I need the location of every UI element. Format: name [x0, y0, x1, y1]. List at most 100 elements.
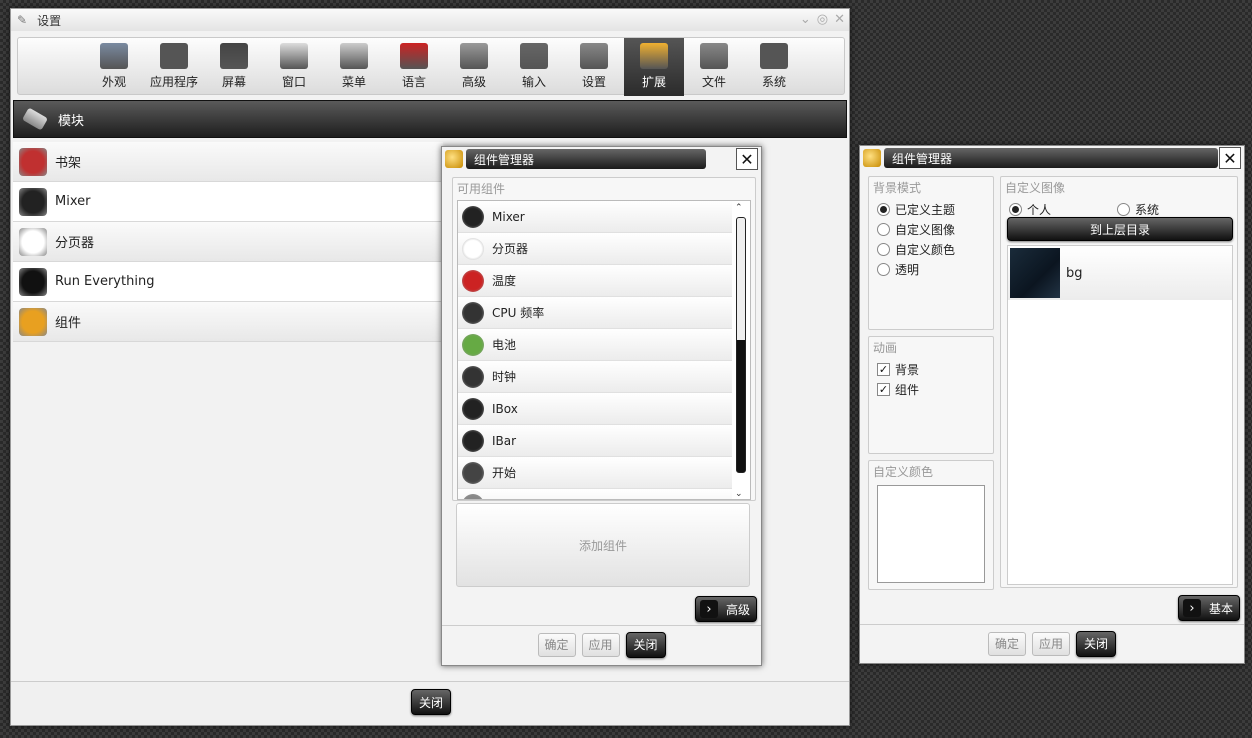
toolbar-item-9[interactable]: 扩展 [624, 38, 684, 96]
list-item[interactable]: IBar [458, 425, 732, 457]
toolbar-item-0[interactable]: 外观 [84, 38, 144, 96]
close-icon[interactable]: ✕ [1219, 147, 1241, 169]
image-item[interactable]: bg [1008, 246, 1232, 300]
gadget-label: IBox [492, 401, 518, 416]
module-item[interactable]: 组件 [13, 302, 443, 342]
list-item[interactable]: 分页器 [458, 233, 732, 265]
toolbar-item-3[interactable]: 窗口 [264, 38, 324, 96]
start-icon [462, 461, 484, 484]
available-gadgets-panel: 可用组件 Mixer 分页器温度 CPU 频率电池时钟 IBox IBar 开始设置 ⌃ … [452, 177, 756, 501]
basic-button[interactable]: › 基本 [1178, 595, 1240, 621]
minimize-icon[interactable]: ⌄ [800, 12, 811, 27]
gadget-manager-footer: 确定 应用 关闭 [442, 625, 761, 663]
toolbar-item-label: 设置 [581, 75, 606, 89]
plug-icon [21, 107, 49, 131]
close-button[interactable]: 关闭 [411, 689, 451, 715]
ok-button[interactable]: 确定 [988, 631, 1026, 656]
animation-checkbox[interactable]: ✓ 组件 [877, 381, 993, 398]
toolbar-item-label: 输入 [521, 75, 546, 89]
close-button[interactable]: 关闭 [625, 631, 666, 658]
window-title: 设置 [37, 13, 62, 28]
category-toolbar: 外观 应用程序 屏幕 窗口 菜单 语言 高级 输入 设置 扩展 文件 系统 [17, 37, 845, 96]
background-mode-radio[interactable]: 自定义图像 [877, 221, 993, 238]
toolbar-item-label: 外观 [101, 75, 126, 89]
list-item[interactable]: 时钟 [458, 361, 732, 393]
toolbar-item-7[interactable]: 输入 [504, 38, 564, 96]
list-item[interactable]: 温度 [458, 265, 732, 297]
gadget-manager-titlebar[interactable]: 组件管理器 ✕ [442, 147, 761, 171]
add-gadget-button[interactable]: 添加组件 [456, 503, 750, 587]
radio-icon [877, 223, 890, 236]
toolbar-item-1[interactable]: 应用程序 [144, 38, 204, 96]
flag-icon [400, 43, 428, 69]
toolbar-item-2[interactable]: 屏幕 [204, 38, 264, 96]
toolbar-item-10[interactable]: 文件 [684, 38, 744, 96]
laptop-icon [760, 43, 788, 69]
list-item[interactable]: Mixer [458, 201, 732, 233]
scroll-up-icon[interactable]: ⌃ [735, 203, 743, 213]
parent-directory-button[interactable]: 到上层目录 [1007, 217, 1233, 241]
toolbar-item-5[interactable]: 语言 [384, 38, 444, 96]
gadget-label: Mixer [492, 209, 525, 224]
ok-button[interactable]: 确定 [537, 632, 576, 657]
animation-checkbox[interactable]: ✓ 背景 [877, 361, 993, 378]
toolbar-item-8[interactable]: 设置 [564, 38, 624, 96]
gadget-manager-window-2: 组件管理器 ✕ 背景模式 已定义主题 自定义图像 自定义颜色 透明 动画 ✓ 背景 ✓ 组件… [859, 145, 1245, 664]
source-system-radio[interactable]: 系统 [1117, 201, 1159, 218]
gadgets-icon [445, 150, 463, 168]
module-item[interactable]: Mixer [13, 182, 443, 222]
custom-color-label: 自定义颜色 [873, 465, 934, 479]
appearance-icon [100, 43, 128, 69]
background-mode-radio[interactable]: 自定义颜色 [877, 241, 993, 258]
toolbar-item-11[interactable]: 系统 [744, 38, 804, 96]
menu-icon [340, 43, 368, 69]
toolbar-item-4[interactable]: 菜单 [324, 38, 384, 96]
section-title: 模块 [58, 113, 85, 129]
maximize-icon[interactable]: ◎ [817, 12, 828, 27]
toolbar-item-label: 文件 [701, 75, 726, 89]
animation-option: 背景 [895, 363, 920, 377]
keyboard-icon [520, 43, 548, 69]
close-icon[interactable]: ✕ [834, 12, 845, 27]
radio-selected-icon [1009, 203, 1022, 216]
close-icon[interactable]: ✕ [736, 148, 758, 170]
background-mode-radio[interactable]: 已定义主题 [877, 201, 993, 218]
background-mode-label: 背景模式 [873, 181, 922, 195]
apply-button[interactable]: 应用 [581, 632, 620, 657]
list-item[interactable]: CPU 频率 [458, 297, 732, 329]
play-icon [160, 43, 188, 69]
gadget-list[interactable]: Mixer 分页器温度 CPU 频率电池时钟 IBox IBar 开始设置 ⌃ ⌄ [457, 200, 751, 500]
list-item[interactable]: IBox [458, 393, 732, 425]
gadget-label: CPU 频率 [492, 306, 545, 320]
toolbar-item-label: 扩展 [641, 75, 666, 89]
advanced-button[interactable]: › 高级 [695, 596, 757, 622]
module-item[interactable]: Run Everything [13, 262, 443, 302]
animation-label: 动画 [873, 341, 898, 355]
toolbar-item-6[interactable]: 高级 [444, 38, 504, 96]
chevron-right-icon: › [700, 600, 718, 618]
list-item[interactable]: 开始 [458, 457, 732, 489]
image-list[interactable]: bg [1007, 245, 1233, 585]
gadget-manager-window: 组件管理器 ✕ 可用组件 Mixer 分页器 温度 CPU 频率 电池 时钟 IBox IBa… [441, 146, 762, 666]
ibox-icon [462, 397, 484, 420]
module-item[interactable]: 分页器 [13, 222, 443, 262]
close-button[interactable]: 关闭 [1076, 630, 1116, 657]
gadget-manager-titlebar[interactable]: 组件管理器 ✕ [860, 146, 1244, 170]
window-title: 组件管理器 [466, 149, 706, 169]
module-label: 组件 [55, 316, 82, 331]
list-item[interactable]: 电池 [458, 329, 732, 361]
scrollbar-thumb[interactable] [736, 217, 746, 473]
image-label: bg [1066, 265, 1083, 281]
scrollbar[interactable]: ⌃ ⌄ [734, 203, 748, 499]
custom-color-panel: 自定义颜色 [868, 460, 994, 590]
list-item[interactable]: 设置 [458, 489, 732, 499]
background-mode-radio[interactable]: 透明 [877, 261, 993, 278]
background-mode-option: 透明 [895, 263, 920, 277]
apply-button[interactable]: 应用 [1032, 631, 1070, 656]
settings-titlebar[interactable]: ✎ 设置 ⌄ ◎ ✕ [11, 9, 849, 31]
module-item[interactable]: 书架 [13, 142, 443, 182]
color-swatch[interactable] [877, 485, 985, 583]
module-label: Mixer [55, 194, 91, 209]
scroll-down-icon[interactable]: ⌄ [735, 489, 743, 499]
source-personal-radio[interactable]: 个人 [1009, 201, 1051, 218]
